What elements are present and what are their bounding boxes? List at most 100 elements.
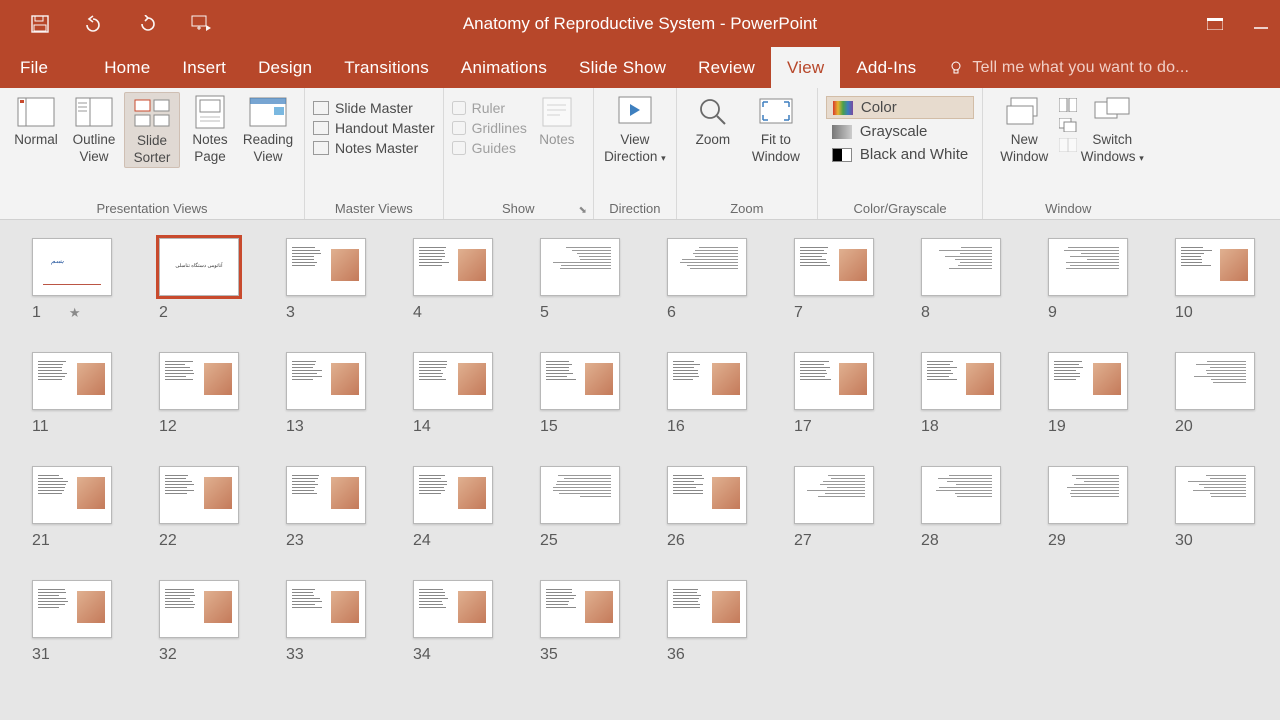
new-window-button[interactable]: New Window — [991, 92, 1057, 166]
slide-thumbnail[interactable]: 6 — [667, 238, 747, 322]
slide-thumb-21[interactable] — [32, 466, 112, 524]
slide-thumbnail[interactable]: 31 — [32, 580, 112, 664]
slide-thumb-5[interactable] — [540, 238, 620, 296]
slide-thumbnail[interactable]: 7 — [794, 238, 874, 322]
ruler-checkbox[interactable]: Ruler — [452, 100, 527, 116]
tab-home[interactable]: Home — [88, 47, 166, 88]
ribbon-display-icon[interactable] — [1206, 15, 1224, 33]
slide-thumb-26[interactable] — [667, 466, 747, 524]
slide-thumbnail[interactable]: 36 — [667, 580, 747, 664]
slide-thumbnail[interactable]: 34 — [413, 580, 493, 664]
slide-thumbnail[interactable]: 15 — [540, 352, 620, 436]
arrange-all-button[interactable] — [1059, 98, 1077, 112]
tab-transitions[interactable]: Transitions — [328, 47, 445, 88]
slide-sorter-button[interactable]: Slide Sorter — [124, 92, 180, 168]
slide-thumb-20[interactable] — [1175, 352, 1255, 410]
slide-thumb-4[interactable] — [413, 238, 493, 296]
tab-insert[interactable]: Insert — [166, 47, 242, 88]
slide-thumbnail[interactable]: 24 — [413, 466, 493, 550]
slide-thumbnail[interactable]: 4 — [413, 238, 493, 322]
slide-thumb-10[interactable] — [1175, 238, 1255, 296]
slide-thumb-18[interactable] — [921, 352, 1001, 410]
slide-thumb-22[interactable] — [159, 466, 239, 524]
slide-thumb-29[interactable] — [1048, 466, 1128, 524]
slide-thumb-24[interactable] — [413, 466, 493, 524]
slide-thumb-2[interactable]: آناتومی دستگاه تناسلی — [159, 238, 239, 296]
zoom-button[interactable]: Zoom — [685, 92, 741, 149]
tell-me-search[interactable]: Tell me what you want to do... — [932, 47, 1205, 88]
move-split-button[interactable] — [1059, 138, 1077, 152]
slide-master-button[interactable]: Slide Master — [313, 100, 435, 116]
slide-thumb-15[interactable] — [540, 352, 620, 410]
slide-thumbnail[interactable]: 28 — [921, 466, 1001, 550]
slide-thumbnail[interactable]: 32 — [159, 580, 239, 664]
slide-thumb-28[interactable] — [921, 466, 1001, 524]
notes-master-button[interactable]: Notes Master — [313, 140, 435, 156]
slide-thumbnail[interactable]: 12 — [159, 352, 239, 436]
slide-thumb-6[interactable] — [667, 238, 747, 296]
slide-thumbnail[interactable]: 8 — [921, 238, 1001, 322]
outline-view-button[interactable]: Outline View — [66, 92, 122, 166]
black-white-button[interactable]: Black and White — [826, 144, 974, 165]
slide-thumbnail[interactable]: 14 — [413, 352, 493, 436]
slide-thumbnail[interactable]: 35 — [540, 580, 620, 664]
slide-thumb-17[interactable] — [794, 352, 874, 410]
slide-thumb-19[interactable] — [1048, 352, 1128, 410]
grayscale-button[interactable]: Grayscale — [826, 121, 974, 142]
start-from-beginning-icon[interactable] — [190, 12, 214, 36]
slide-thumbnail[interactable]: 20 — [1175, 352, 1255, 436]
slide-thumb-31[interactable] — [32, 580, 112, 638]
tab-view[interactable]: View — [771, 47, 840, 88]
slide-thumb-12[interactable] — [159, 352, 239, 410]
slide-thumb-32[interactable] — [159, 580, 239, 638]
handout-master-button[interactable]: Handout Master — [313, 120, 435, 136]
tab-file[interactable]: File — [0, 47, 68, 88]
show-dialog-launcher-icon[interactable]: ⬊ — [578, 205, 586, 216]
slide-thumbnail[interactable]: 25 — [540, 466, 620, 550]
slide-thumb-7[interactable] — [794, 238, 874, 296]
redo-icon[interactable] — [136, 12, 160, 36]
slide-thumb-8[interactable] — [921, 238, 1001, 296]
slide-thumbnail[interactable]: 23 — [286, 466, 366, 550]
slide-thumb-1[interactable]: بسم — [32, 238, 112, 296]
tab-design[interactable]: Design — [242, 47, 328, 88]
slide-thumbnail[interactable]: 26 — [667, 466, 747, 550]
slide-thumbnail[interactable]: 27 — [794, 466, 874, 550]
switch-windows-button[interactable]: Switch Windows ▾ — [1079, 92, 1145, 166]
slide-thumbnail[interactable]: 17 — [794, 352, 874, 436]
tab-slideshow[interactable]: Slide Show — [563, 47, 682, 88]
slide-thumbnail[interactable]: 13 — [286, 352, 366, 436]
slide-thumb-11[interactable] — [32, 352, 112, 410]
cascade-button[interactable] — [1059, 118, 1077, 132]
slide-thumbnail[interactable]: 19 — [1048, 352, 1128, 436]
slide-thumbnail[interactable]: 22 — [159, 466, 239, 550]
slide-thumb-23[interactable] — [286, 466, 366, 524]
slide-thumbnail[interactable]: 11 — [32, 352, 112, 436]
tab-addins[interactable]: Add-Ins — [840, 47, 932, 88]
notes-toggle-button[interactable]: Notes — [529, 92, 585, 149]
notes-page-button[interactable]: Notes Page — [182, 92, 238, 166]
slide-thumb-34[interactable] — [413, 580, 493, 638]
tab-animations[interactable]: Animations — [445, 47, 563, 88]
slide-thumb-36[interactable] — [667, 580, 747, 638]
undo-icon[interactable] — [82, 12, 106, 36]
slide-thumb-14[interactable] — [413, 352, 493, 410]
slide-thumbnail[interactable]: 21 — [32, 466, 112, 550]
slide-thumbnail[interactable]: 5 — [540, 238, 620, 322]
gridlines-checkbox[interactable]: Gridlines — [452, 120, 527, 136]
slide-thumb-25[interactable] — [540, 466, 620, 524]
slide-thumbnail[interactable]: 9 — [1048, 238, 1128, 322]
slide-thumb-13[interactable] — [286, 352, 366, 410]
slide-thumb-16[interactable] — [667, 352, 747, 410]
slide-thumbnail[interactable]: 33 — [286, 580, 366, 664]
slide-thumb-3[interactable] — [286, 238, 366, 296]
slide-thumbnail[interactable]: 30 — [1175, 466, 1255, 550]
slide-thumb-33[interactable] — [286, 580, 366, 638]
guides-checkbox[interactable]: Guides — [452, 140, 527, 156]
slide-sorter-area[interactable]: بسم1★آناتومی دستگاه تناسلی23456789101112… — [0, 220, 1280, 720]
tab-review[interactable]: Review — [682, 47, 771, 88]
slide-thumbnail[interactable]: بسم1★ — [32, 238, 112, 322]
slide-thumb-35[interactable] — [540, 580, 620, 638]
reading-view-button[interactable]: Reading View — [240, 92, 296, 166]
slide-thumbnail[interactable]: 18 — [921, 352, 1001, 436]
